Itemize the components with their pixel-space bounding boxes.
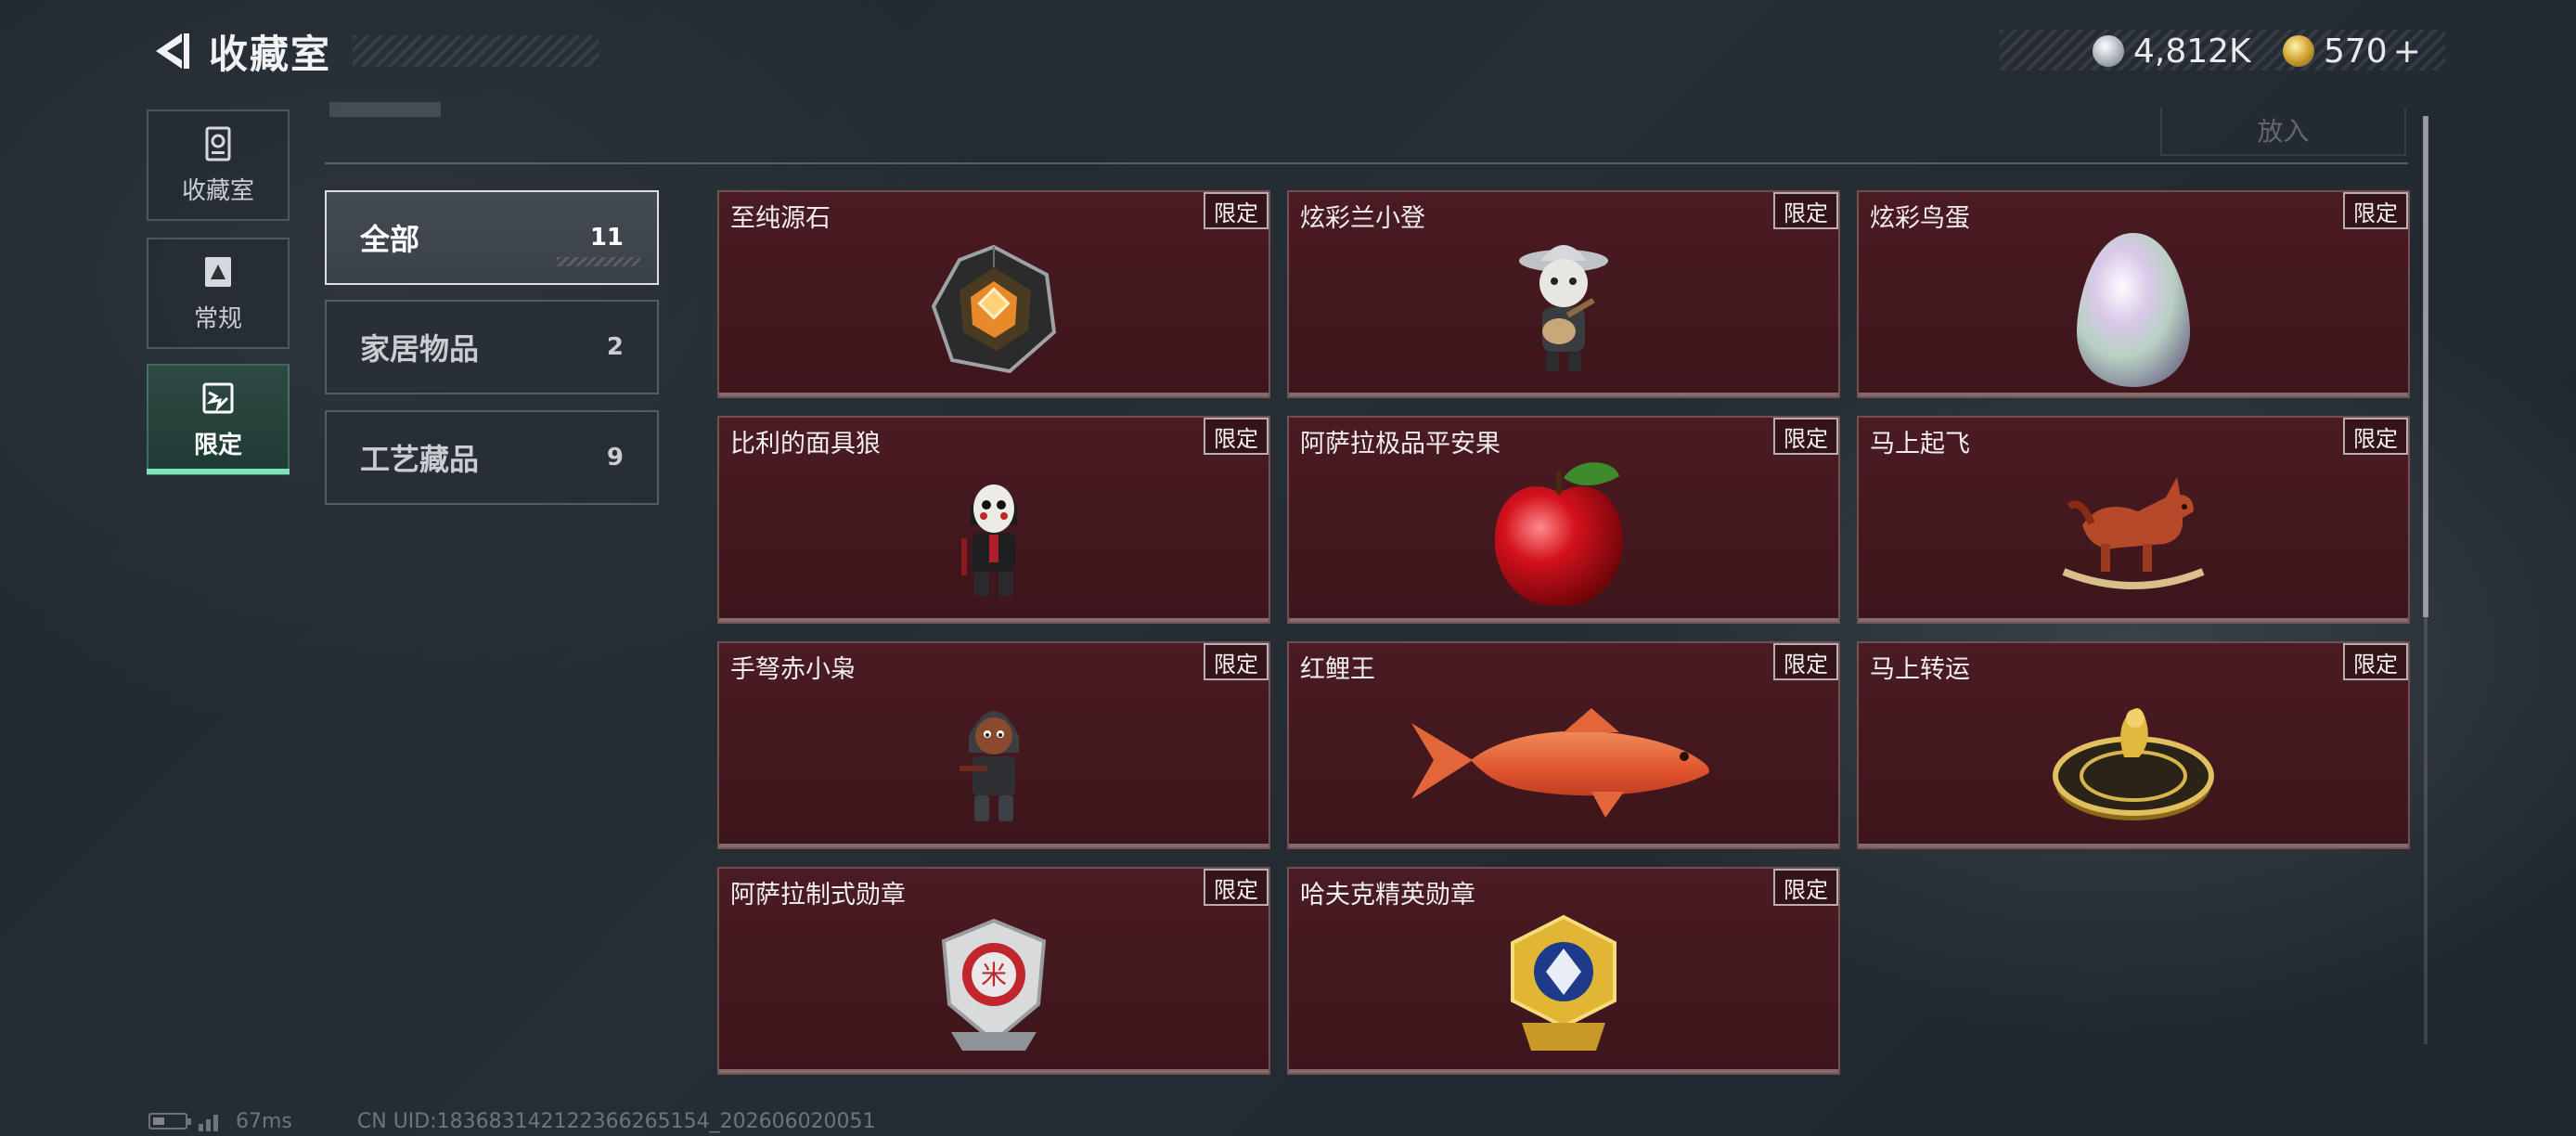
gold-coin-icon	[2283, 35, 2314, 67]
currency-silver[interactable]: 4,812K	[2093, 28, 2251, 74]
figurine-guitar-icon	[1519, 245, 1608, 372]
filter-count: 2	[606, 333, 624, 361]
silver-coin-icon	[2093, 35, 2124, 67]
rocking-horse-icon	[2062, 477, 2205, 589]
winged-medal-icon: 米	[941, 918, 1047, 1051]
currency-gold-value: 570	[2324, 32, 2388, 71]
limited-badge: 限定	[1204, 869, 1269, 906]
sidebar-item-label: 收藏室	[181, 176, 254, 205]
gold-medal-icon	[1511, 914, 1616, 1051]
filter-label: 工艺藏品	[360, 442, 480, 477]
crystal-icon	[931, 244, 1057, 374]
item-card[interactable]: 红鲤王 限定	[1287, 641, 1840, 849]
item-card[interactable]: 炫彩鸟蛋 限定	[1857, 190, 2410, 398]
back-arrow-icon	[156, 33, 189, 69]
limited-badge: 限定	[1204, 418, 1269, 455]
filter-home-items[interactable]: 家居物品 2	[325, 300, 659, 394]
page-title: 收藏室	[209, 31, 332, 77]
filter-label: 全部	[360, 222, 420, 257]
place-button[interactable]: 放入	[2160, 108, 2406, 156]
sidebar-item-label: 常规	[193, 304, 242, 333]
filter-count: 11	[589, 224, 624, 252]
limited-badge: 限定	[1773, 192, 1838, 229]
currency-gold[interactable]: 570 +	[2283, 28, 2421, 74]
limited-badge: 限定	[1204, 643, 1269, 680]
limited-badge: 限定	[1773, 418, 1838, 455]
filter-count: 9	[606, 444, 624, 471]
limited-badge: 限定	[2343, 418, 2408, 455]
item-card[interactable]: 比利的面具狼 限定	[717, 416, 1270, 624]
svg-text:米: 米	[981, 960, 1007, 990]
back-button[interactable]	[144, 23, 200, 79]
limited-badge: 限定	[2343, 643, 2408, 680]
limited-badge: 限定	[1204, 192, 1269, 229]
sidebar-item-regular[interactable]: 常规	[147, 238, 290, 349]
currency-silver-value: 4,812K	[2133, 32, 2251, 71]
sidebar-item-collection-room[interactable]: 收藏室	[147, 110, 290, 221]
hooded-figure-icon	[960, 711, 1019, 821]
ping-text: 67ms	[236, 1109, 292, 1133]
status-footer: 67ms CN UID:183683142122366265154_202606…	[148, 1106, 876, 1136]
carp-icon	[1411, 708, 1709, 818]
item-card[interactable]: 哈夫克精英勋章 限定	[1287, 867, 1840, 1075]
sidebar-item-limited[interactable]: 限定	[147, 364, 290, 475]
limited-badge: 限定	[1773, 643, 1838, 680]
collection-room-icon	[205, 126, 231, 161]
regular-icon	[205, 256, 231, 287]
item-card[interactable]: 马上起飞 限定	[1857, 416, 2410, 624]
item-card[interactable]: 马上转运 限定	[1857, 641, 2410, 849]
header: 收藏室	[144, 23, 331, 79]
item-card[interactable]: 阿萨拉极品平安果 限定	[1287, 416, 1840, 624]
mask-figure-icon	[961, 484, 1017, 596]
filter-all[interactable]: 全部 11	[325, 190, 659, 285]
egg-icon	[2077, 233, 2190, 387]
battery-icon	[148, 1113, 191, 1130]
currency-gold-suffix: +	[2392, 32, 2421, 71]
active-indicator	[147, 469, 290, 474]
scrollbar-thumb[interactable]	[2423, 116, 2428, 617]
item-card[interactable]: 手弩赤小枭 限定	[717, 641, 1270, 849]
item-card[interactable]: 阿萨拉制式勋章 限定 米	[717, 867, 1270, 1075]
fortune-wheel-icon	[2053, 707, 2214, 820]
title-decoration	[353, 35, 599, 67]
filter-label: 家居物品	[360, 331, 480, 367]
sidebar-item-label: 限定	[193, 431, 242, 459]
limited-badge: 限定	[2343, 192, 2408, 229]
signal-icon	[199, 1111, 221, 1131]
item-card[interactable]: 至纯源石 限定	[717, 190, 1270, 398]
divider	[325, 162, 2408, 164]
limited-badge: 限定	[1773, 869, 1838, 906]
apple-icon	[1494, 462, 1624, 606]
limited-icon	[202, 382, 234, 413]
uid-text: CN UID:183683142122366265154_20260602005…	[356, 1109, 876, 1133]
faded-header-text	[329, 95, 445, 119]
filter-crafts[interactable]: 工艺藏品 9	[325, 410, 659, 505]
item-card[interactable]: 炫彩兰小登 限定	[1287, 190, 1840, 398]
